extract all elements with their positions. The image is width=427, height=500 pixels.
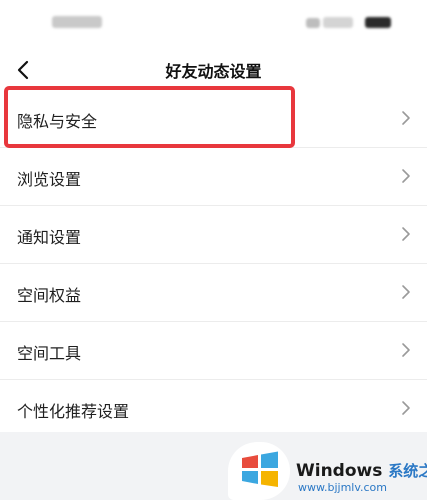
nav-bar: 好友动态设置 (0, 50, 427, 90)
menu-item-space-tools[interactable]: 空间工具 (0, 322, 427, 380)
watermark-brand: Windows (296, 461, 383, 481)
chevron-right-icon (402, 227, 410, 241)
chevron-right-icon (402, 343, 410, 357)
watermark-title: Windows 系统之家 (296, 460, 427, 481)
battery-icon (365, 17, 391, 28)
menu-item-label: 空间权益 (17, 286, 82, 305)
menu-item-personalized-recommendation[interactable]: 个性化推荐设置 (0, 380, 427, 438)
settings-list: 隐私与安全 浏览设置 通知设置 空间权益 空间工具 个性化推荐设置 (0, 90, 427, 438)
menu-item-label: 个性化推荐设置 (17, 402, 130, 421)
status-network-blurred (323, 17, 353, 28)
menu-item-label: 空间工具 (17, 344, 82, 363)
windows-logo-icon (242, 451, 278, 487)
watermark-url: www.bjjmlv.com (298, 481, 387, 494)
menu-item-label: 通知设置 (17, 228, 82, 247)
chevron-right-icon (402, 169, 410, 183)
watermark: Windows 系统之家 www.bjjmlv.com (228, 440, 427, 500)
status-bar (0, 0, 427, 50)
status-time-blurred (52, 16, 102, 28)
chevron-right-icon (402, 401, 410, 415)
menu-item-space-benefits[interactable]: 空间权益 (0, 264, 427, 322)
menu-item-label: 隐私与安全 (17, 112, 98, 131)
menu-item-label: 浏览设置 (17, 170, 82, 189)
watermark-site-name: 系统之家 (388, 462, 427, 480)
menu-item-notification-settings[interactable]: 通知设置 (0, 206, 427, 264)
status-signal-blurred (306, 18, 320, 28)
chevron-right-icon (402, 285, 410, 299)
page-title: 好友动态设置 (165, 62, 262, 81)
chevron-right-icon (402, 111, 410, 125)
menu-item-browse-settings[interactable]: 浏览设置 (0, 148, 427, 206)
menu-item-privacy-security[interactable]: 隐私与安全 (0, 90, 427, 148)
